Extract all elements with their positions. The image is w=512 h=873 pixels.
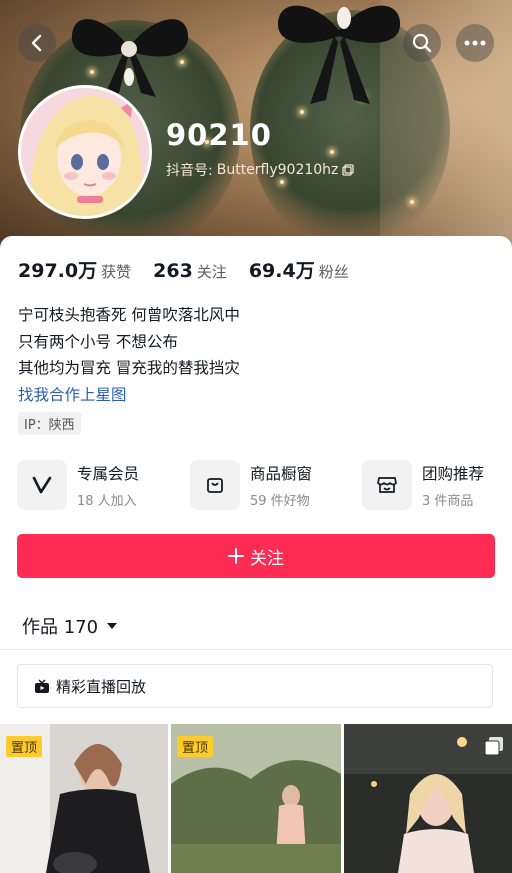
avatar[interactable] [18, 85, 152, 219]
bio: 宁可枝头抱香死 何曾吹落北风中 只有两个小号 不想公布 其他均为冒充 冒充我的替… [18, 302, 240, 408]
xingtu-cooperation-link[interactable]: 找我合作上星图 [18, 382, 240, 409]
multi-image-icon [484, 737, 503, 756]
service-showcase-subtitle: 59 件好物 [250, 493, 310, 509]
work-tile[interactable] [344, 724, 512, 873]
follow-button[interactable]: 关注 [17, 534, 495, 578]
tv-icon [35, 678, 49, 693]
divider [0, 649, 512, 650]
more-dots-icon [464, 40, 486, 46]
shopping-bag-icon [190, 460, 240, 510]
store-icon [362, 460, 412, 510]
search-icon [412, 33, 432, 53]
live-replay-entry[interactable]: 精彩直播回放 [17, 664, 493, 708]
copy-icon[interactable] [342, 164, 355, 176]
pinned-badge: 置顶 [177, 736, 214, 757]
caret-down-icon [107, 623, 118, 629]
v-member-icon [17, 460, 67, 510]
chevron-left-icon [31, 34, 42, 52]
following-count[interactable]: 263 [153, 260, 193, 282]
followers-count[interactable]: 69.4万 [249, 256, 315, 283]
works-tab[interactable]: 作品 170 [22, 613, 118, 639]
back-button[interactable] [18, 24, 56, 62]
service-showcase-title: 商品橱窗 [250, 464, 313, 483]
service-member-title: 专属会员 [77, 464, 140, 483]
service-group-buy-title: 团购推荐 [422, 464, 485, 483]
works-grid: 置顶 置顶 [0, 724, 512, 873]
douyin-id-row[interactable]: 抖音号: Butterfly90210hz [166, 160, 355, 180]
black-bow-right [277, 5, 401, 104]
anime-girl-avatar-image [21, 88, 149, 216]
works-tab-label: 作品 170 [22, 617, 99, 638]
plus-icon [228, 548, 244, 564]
search-button[interactable] [403, 24, 441, 62]
pinned-badge: 置顶 [6, 736, 43, 757]
profile-nickname: 90210 [166, 118, 272, 152]
likes-label[interactable]: 获赞 [101, 261, 131, 282]
bio-line: 其他均为冒充 冒充我的替我挡灾 [18, 359, 240, 377]
ip-location-badge: IP：陕西 [18, 412, 81, 435]
follow-button-label: 关注 [250, 548, 284, 569]
douyin-id-value: Butterfly90210hz [216, 162, 339, 178]
bio-line: 宁可枝头抱香死 何曾吹落北风中 [18, 306, 240, 324]
followers-label[interactable]: 粉丝 [319, 261, 349, 282]
stats-row: 297.0万 获赞 263 关注 69.4万 粉丝 [18, 256, 371, 283]
work-tile[interactable]: 置顶 [171, 724, 341, 873]
service-group-buy[interactable]: 团购推荐 3 件商品 [362, 458, 484, 512]
live-replay-label: 精彩直播回放 [56, 677, 147, 696]
service-group-buy-subtitle: 3 件商品 [422, 493, 474, 509]
service-showcase[interactable]: 商品橱窗 59 件好物 [190, 458, 312, 512]
work-tile[interactable]: 置顶 [0, 724, 168, 873]
service-member[interactable]: 专属会员 18 人加入 [17, 458, 139, 512]
more-button[interactable] [456, 24, 494, 62]
service-member-subtitle: 18 人加入 [77, 493, 137, 509]
following-label[interactable]: 关注 [197, 261, 227, 282]
douyin-id-label: 抖音号: [166, 163, 213, 179]
profile-content-sheet: 297.0万 获赞 263 关注 69.4万 粉丝 宁可枝头抱香死 何曾吹落北风… [0, 236, 512, 873]
likes-count[interactable]: 297.0万 [18, 256, 97, 283]
bio-line: 只有两个小号 不想公布 [18, 332, 178, 351]
